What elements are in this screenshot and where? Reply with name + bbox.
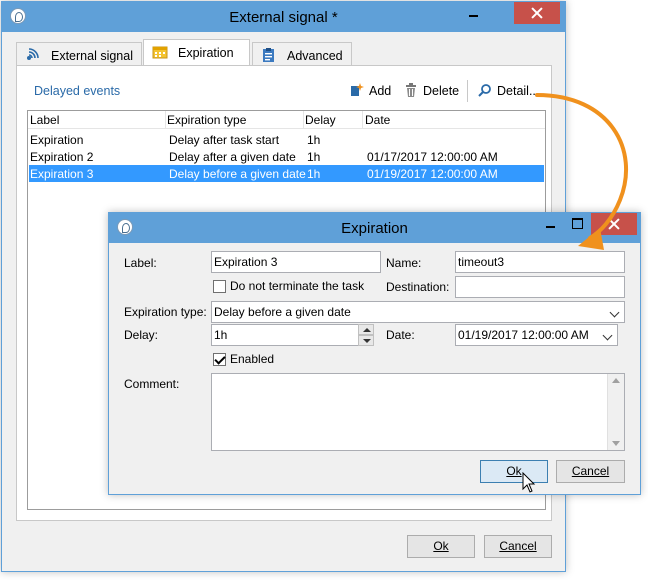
dialog-cancel-button[interactable]: Cancel	[556, 460, 625, 483]
dialog-ok-label: Ok	[506, 464, 522, 478]
tab-expiration[interactable]: Expiration	[143, 39, 250, 66]
main-ok-button[interactable]: Ok	[407, 535, 475, 558]
do-not-terminate-checkbox[interactable]	[213, 280, 226, 293]
main-titlebar[interactable]: External signal *	[2, 2, 565, 32]
dialog-close-button[interactable]	[591, 213, 637, 235]
main-ok-label: Ok	[433, 539, 449, 553]
stepper-up-icon[interactable]	[358, 324, 374, 335]
tab-expiration-label: Expiration	[178, 46, 234, 60]
main-cancel-button[interactable]: Cancel	[484, 535, 552, 558]
date-value: 01/19/2017 12:00:00 AM	[458, 328, 589, 342]
calendar-icon	[152, 45, 168, 59]
destination-field-label: Destination:	[386, 280, 450, 294]
expiration-type-select[interactable]: Delay before a given date	[211, 301, 625, 323]
dialog-cancel-label: Cancel	[571, 464, 610, 478]
chevron-down-icon[interactable]	[607, 302, 623, 322]
column-header-label[interactable]: Label	[30, 113, 59, 127]
dialog-minimize-button[interactable]	[537, 213, 563, 235]
enabled-label[interactable]: Enabled	[230, 352, 274, 366]
label-field-label: Label:	[124, 256, 157, 270]
delete-label: Delete	[423, 84, 460, 98]
detail-label: Detail...	[497, 84, 540, 98]
delay-input[interactable]: 1h	[211, 324, 374, 346]
cell-label: Expiration 2	[30, 150, 94, 164]
do-not-terminate-label[interactable]: Do not terminate the task	[230, 279, 364, 293]
add-label: Add	[369, 84, 392, 98]
scroll-down-icon[interactable]	[612, 441, 620, 446]
cell-label: Expiration	[30, 133, 84, 147]
name-input[interactable]: timeout3	[455, 251, 625, 273]
cell-delay: 1h	[307, 150, 321, 164]
table-row-selected[interactable]: Expiration 3 Delay before a given date 1…	[29, 165, 544, 182]
external-signal-icon	[25, 48, 41, 62]
dialog-maximize-button[interactable]	[564, 213, 590, 235]
cell-expiration-type: Delay before a given date	[169, 167, 306, 181]
enabled-checkbox[interactable]	[213, 353, 226, 366]
main-cancel-label: Cancel	[499, 539, 537, 553]
name-field-label: Name:	[386, 256, 422, 270]
tab-advanced-label: Advanced	[287, 49, 343, 63]
detail-button[interactable]: Detail...	[478, 83, 539, 101]
comment-field-label: Comment:	[124, 377, 180, 391]
column-separator	[303, 111, 304, 129]
tab-advanced[interactable]: Advanced	[252, 42, 352, 66]
mouse-cursor-icon	[522, 472, 536, 493]
scroll-up-icon[interactable]	[612, 378, 620, 383]
column-header-expiration-type[interactable]: Expiration type	[167, 113, 246, 127]
cell-date: 01/19/2017 12:00:00 AM	[367, 167, 498, 181]
column-header-date[interactable]: Date	[365, 113, 390, 127]
comment-scrollbar[interactable]	[607, 374, 624, 450]
destination-input[interactable]	[455, 276, 625, 298]
dialog-ok-button[interactable]: Ok	[480, 460, 548, 483]
minimize-button[interactable]	[460, 2, 486, 24]
delete-button[interactable]: Delete	[404, 83, 459, 101]
delay-stepper[interactable]	[358, 324, 374, 346]
cell-delay: 1h	[307, 167, 321, 181]
section-title: Delayed events	[34, 84, 121, 98]
cell-label: Expiration 3	[30, 167, 94, 181]
search-icon	[478, 83, 492, 97]
expiration-dialog: Expiration Label: Expiration 3 Name: tim…	[108, 212, 641, 495]
table-row[interactable]: Expiration Delay after task start 1h	[29, 131, 544, 148]
cell-expiration-type: Delay after task start	[169, 133, 280, 147]
tab-external-signal[interactable]: External signal	[16, 42, 142, 66]
dialog-titlebar[interactable]: Expiration	[109, 213, 640, 243]
expiration-type-value: Delay before a given date	[214, 305, 351, 319]
add-icon	[350, 83, 364, 97]
comment-textarea[interactable]	[211, 373, 625, 451]
add-button[interactable]: Add	[350, 83, 391, 101]
label-input[interactable]: Expiration 3	[211, 251, 381, 273]
tab-external-signal-label: External signal	[51, 49, 133, 63]
column-separator	[165, 111, 166, 129]
expiration-type-label: Expiration type:	[124, 305, 207, 319]
toolbar-divider	[467, 80, 468, 102]
clipboard-icon	[261, 48, 277, 62]
column-separator	[362, 111, 363, 129]
cell-delay: 1h	[307, 133, 321, 147]
cell-date: 01/17/2017 12:00:00 AM	[367, 150, 498, 164]
trash-icon	[404, 83, 418, 97]
stepper-down-icon[interactable]	[358, 335, 374, 346]
date-dropdown-icon[interactable]	[600, 325, 616, 345]
column-header-delay[interactable]: Delay	[305, 113, 336, 127]
date-field-label: Date:	[386, 328, 415, 342]
delay-field-label: Delay:	[124, 328, 159, 342]
cell-expiration-type: Delay after a given date	[169, 150, 296, 164]
table-row[interactable]: Expiration 2 Delay after a given date 1h…	[29, 148, 544, 165]
close-button[interactable]	[514, 2, 560, 24]
table-header: Label Expiration type Delay Date	[28, 111, 545, 129]
date-input[interactable]: 01/19/2017 12:00:00 AM	[455, 324, 618, 346]
